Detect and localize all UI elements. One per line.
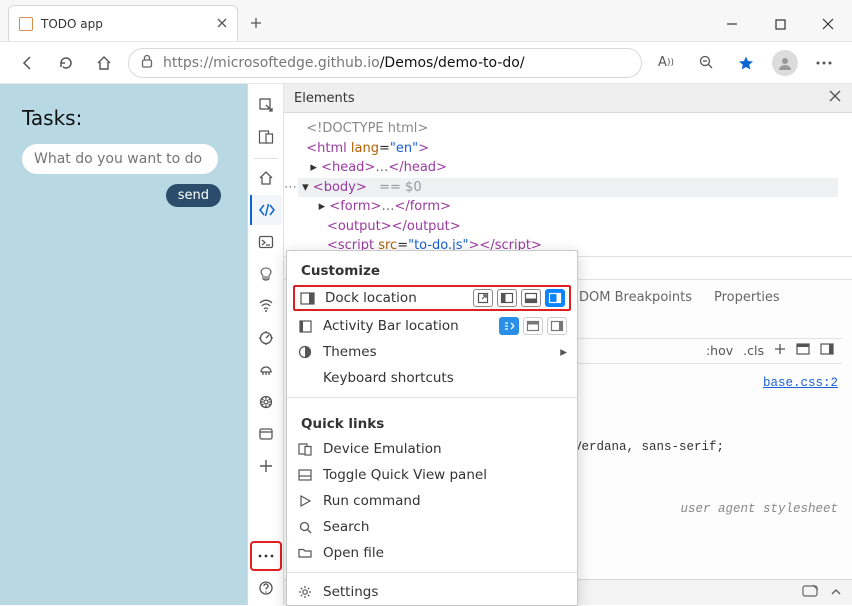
device-emulation-row[interactable]: Device Emulation xyxy=(287,436,577,462)
chevron-up-icon[interactable] xyxy=(830,585,842,600)
close-tab-icon[interactable] xyxy=(217,17,227,31)
performance-icon[interactable] xyxy=(250,323,282,353)
panel-icon xyxy=(297,469,313,481)
more-tools-button[interactable] xyxy=(250,541,282,571)
page-title: Tasks: xyxy=(22,106,225,130)
window-maximize-button[interactable] xyxy=(756,7,804,41)
new-style-rule-icon[interactable] xyxy=(774,343,786,358)
search-row[interactable]: Search xyxy=(287,514,577,540)
search-label: Search xyxy=(323,519,369,535)
devtools-close-icon[interactable] xyxy=(828,89,842,107)
dom-tree[interactable]: <!DOCTYPE html> <html lang="en"> ▸ <head… xyxy=(284,113,852,256)
address-bar[interactable]: https://microsoftedge.github.io/Demos/de… xyxy=(128,48,642,78)
toggle-quickview-row[interactable]: Toggle Quick View panel xyxy=(287,462,577,488)
toggle-quickview-label: Toggle Quick View panel xyxy=(323,467,487,483)
gear-icon xyxy=(297,585,313,599)
inspect-icon[interactable] xyxy=(250,90,282,120)
settings-row[interactable]: Settings xyxy=(287,579,577,605)
browser-tab[interactable]: TODO app xyxy=(8,5,238,41)
themes-icon xyxy=(297,345,313,359)
search-icon xyxy=(297,521,313,534)
popup-heading-customize: Customize xyxy=(287,251,577,283)
abar-right-option[interactable] xyxy=(547,317,567,335)
cls-toggle[interactable]: .cls xyxy=(743,343,764,358)
stylesheet-link[interactable]: base.css:2 xyxy=(763,376,838,390)
new-tab-button[interactable] xyxy=(238,5,274,41)
popup-heading-quicklinks: Quick links xyxy=(287,404,577,436)
subtab-dom-breakpoints[interactable]: DOM Breakpoints xyxy=(579,290,692,305)
dom-doctype: <!DOCTYPE html> xyxy=(306,121,428,136)
play-icon xyxy=(297,495,313,507)
dock-undock-option[interactable] xyxy=(473,289,493,307)
activity-bar-label: Activity Bar location xyxy=(323,318,459,334)
open-file-label: Open file xyxy=(323,545,384,561)
welcome-icon[interactable] xyxy=(250,163,282,193)
device-emulation-label: Device Emulation xyxy=(323,441,442,457)
security-icon[interactable] xyxy=(250,419,282,449)
run-command-row[interactable]: Run command xyxy=(287,488,577,514)
open-file-row[interactable]: Open file xyxy=(287,540,577,566)
dock-bottom-option[interactable] xyxy=(521,289,541,307)
keyboard-shortcuts-row[interactable]: Keyboard shortcuts xyxy=(287,365,577,391)
dock-left-option[interactable] xyxy=(497,289,517,307)
panel-tab-elements[interactable]: Elements xyxy=(294,91,355,106)
browser-titlebar: TODO app xyxy=(0,0,852,42)
home-button[interactable] xyxy=(90,49,118,77)
favorite-star-icon[interactable] xyxy=(732,49,760,77)
console-icon[interactable] xyxy=(250,227,282,257)
customize-popup: Customize Dock location Activity Bar loc… xyxy=(286,250,578,606)
abar-left-option[interactable] xyxy=(499,317,519,335)
window-controls xyxy=(708,7,852,41)
todo-input[interactable] xyxy=(22,144,218,174)
abar-top-option[interactable] xyxy=(523,317,543,335)
lock-icon xyxy=(141,54,153,72)
sources-icon[interactable] xyxy=(250,259,282,289)
activity-bar-icon xyxy=(297,320,313,333)
dom-body-row[interactable]: ⋯ ▾ <body> == $0 xyxy=(298,178,838,198)
browser-toolbar: https://microsoftedge.github.io/Demos/de… xyxy=(0,42,852,84)
page-favicon xyxy=(19,17,33,31)
zoom-icon[interactable] xyxy=(692,49,720,77)
profile-avatar[interactable] xyxy=(772,50,798,76)
computed-styles-icon[interactable] xyxy=(796,343,810,358)
devtools-tabbar: Elements xyxy=(284,84,852,113)
ua-stylesheet-label: user agent stylesheet xyxy=(680,502,838,516)
settings-label: Settings xyxy=(323,584,378,600)
add-tool-icon[interactable] xyxy=(250,451,282,481)
elements-icon[interactable] xyxy=(250,195,282,225)
read-aloud-icon[interactable]: A)) xyxy=(652,49,680,77)
themes-label: Themes xyxy=(323,344,377,360)
folder-icon xyxy=(297,547,313,559)
send-button[interactable]: send xyxy=(166,184,221,207)
css-rule-text: Verdana, sans-serif; xyxy=(574,440,724,454)
issues-icon[interactable] xyxy=(802,585,818,600)
activity-bar-location-row[interactable]: Activity Bar location xyxy=(287,313,577,339)
more-menu-button[interactable] xyxy=(810,49,838,77)
todo-page: Tasks: send xyxy=(0,84,247,605)
device-icon xyxy=(297,442,313,456)
chevron-right-icon: ▸ xyxy=(560,344,567,360)
dock-icon xyxy=(299,292,315,305)
toggle-sidebar-icon[interactable] xyxy=(820,343,834,358)
themes-row[interactable]: Themes ▸ xyxy=(287,339,577,365)
url-text: https://microsoftedge.github.io/Demos/de… xyxy=(163,55,525,71)
back-button[interactable] xyxy=(14,49,42,77)
application-icon[interactable] xyxy=(250,387,282,417)
dock-location-label: Dock location xyxy=(325,290,417,306)
refresh-button[interactable] xyxy=(52,49,80,77)
hov-toggle[interactable]: :hov xyxy=(706,343,733,358)
network-icon[interactable] xyxy=(250,291,282,321)
help-icon[interactable] xyxy=(250,573,282,603)
activity-bar xyxy=(248,84,284,605)
device-toggle-icon[interactable] xyxy=(250,122,282,152)
tab-title: TODO app xyxy=(41,17,103,31)
window-close-button[interactable] xyxy=(804,7,852,41)
dock-location-row[interactable]: Dock location xyxy=(293,285,571,311)
dock-right-option[interactable] xyxy=(545,289,565,307)
memory-icon[interactable] xyxy=(250,355,282,385)
run-command-label: Run command xyxy=(323,493,421,509)
shortcuts-label: Keyboard shortcuts xyxy=(323,370,454,386)
window-minimize-button[interactable] xyxy=(708,7,756,41)
subtab-properties[interactable]: Properties xyxy=(714,290,780,305)
